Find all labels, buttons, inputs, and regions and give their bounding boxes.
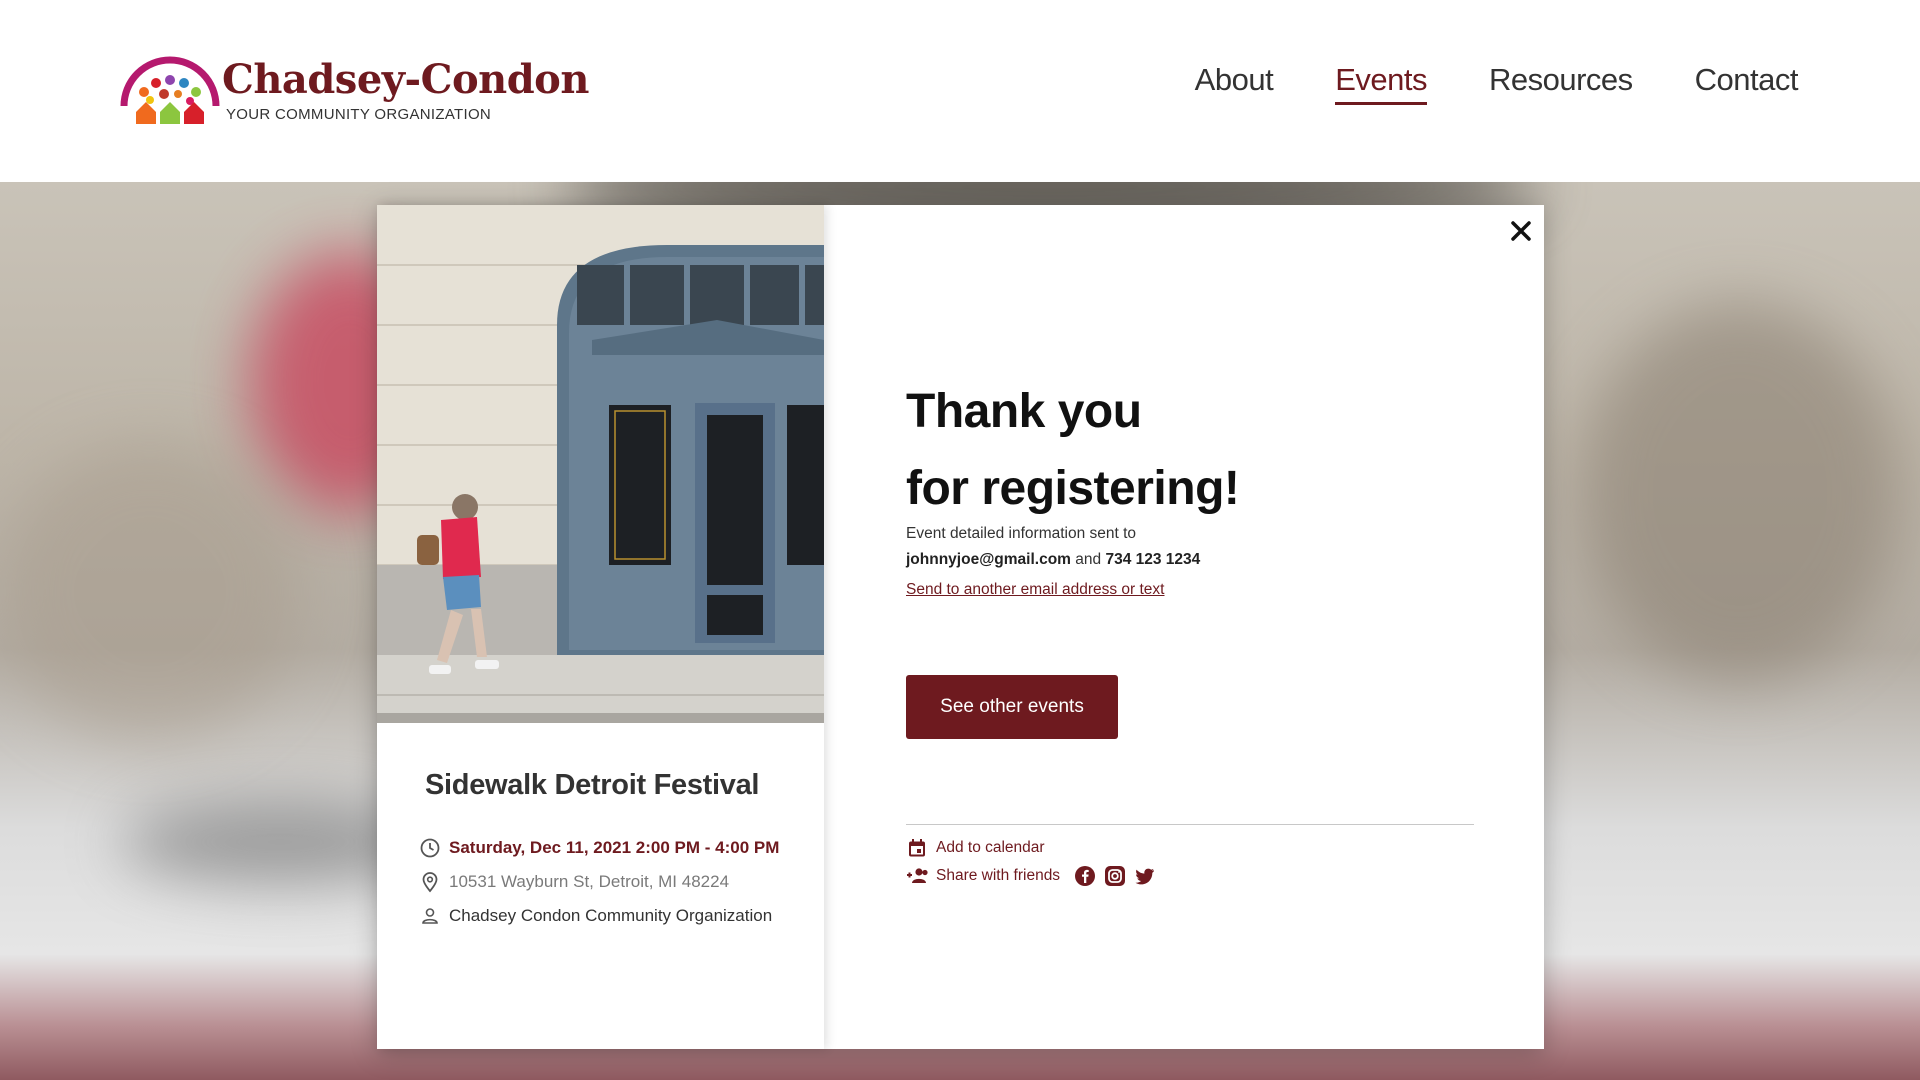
nav-link-about[interactable]: About xyxy=(1195,62,1274,105)
add-to-calendar-label: Add to calendar xyxy=(936,839,1045,856)
event-card: Sidewalk Detroit Festival Saturday, Dec … xyxy=(377,205,824,1049)
registration-confirmation-modal: Sidewalk Detroit Festival Saturday, Dec … xyxy=(377,205,1544,1049)
add-people-icon xyxy=(906,865,928,887)
brand-name: Chadsey-Condon xyxy=(222,56,589,103)
logo-graphic xyxy=(120,56,220,124)
close-button[interactable] xyxy=(1507,217,1535,245)
event-datetime-text: Saturday, Dec 11, 2021 2:00 PM - 4:00 PM xyxy=(449,838,780,857)
social-share-icons xyxy=(1074,865,1156,887)
sent-and: and xyxy=(1075,551,1102,568)
event-location-text: 10531 Wayburn St, Detroit, MI 48224 xyxy=(449,872,730,891)
nav-link-contact[interactable]: Contact xyxy=(1695,62,1799,105)
nav-link-resources[interactable]: Resources xyxy=(1489,62,1633,105)
brand-tagline: YOUR COMMUNITY ORGANIZATION xyxy=(226,106,492,123)
event-organizer: Chadsey Condon Community Organization xyxy=(419,905,772,927)
sent-info-text: Event detailed information sent to xyxy=(906,525,1137,542)
site-logo[interactable]: Chadsey-Condon YOUR COMMUNITY ORGANIZATI… xyxy=(120,54,589,128)
add-to-calendar-link[interactable]: Add to calendar xyxy=(906,837,1045,859)
divider xyxy=(906,824,1474,825)
see-other-events-button[interactable]: See other events xyxy=(906,675,1118,739)
event-location: 10531 Wayburn St, Detroit, MI 48224 xyxy=(419,871,729,893)
resend-link[interactable]: Send to another email address or text xyxy=(906,581,1164,599)
confirmation-heading-line2: for registering! xyxy=(906,462,1240,515)
calendar-icon xyxy=(906,837,928,859)
person-icon xyxy=(419,905,441,927)
instagram-icon[interactable] xyxy=(1104,865,1126,887)
event-organizer-text: Chadsey Condon Community Organization xyxy=(449,906,773,925)
twitter-icon[interactable] xyxy=(1134,865,1156,887)
storefront-illustration xyxy=(377,205,824,723)
sent-contact-line: johnnyjoe@gmail.com and 734 123 1234 xyxy=(906,551,1200,569)
facebook-icon[interactable] xyxy=(1074,865,1096,887)
confirmation-heading: Thank you for registering! xyxy=(906,373,1240,527)
sent-email: johnnyjoe@gmail.com xyxy=(906,551,1071,568)
share-with-friends-label[interactable]: Share with friends xyxy=(936,867,1060,885)
share-row: Share with friends xyxy=(906,865,1156,887)
event-photo xyxy=(377,205,824,723)
confirmation-heading-line1: Thank you xyxy=(906,385,1142,438)
site-header: Chadsey-Condon YOUR COMMUNITY ORGANIZATI… xyxy=(0,0,1920,182)
event-datetime: Saturday, Dec 11, 2021 2:00 PM - 4:00 PM xyxy=(419,837,779,859)
event-title: Sidewalk Detroit Festival xyxy=(425,769,760,801)
clock-icon xyxy=(419,837,441,859)
nav-link-events[interactable]: Events xyxy=(1335,62,1427,105)
close-icon xyxy=(1511,221,1531,241)
sent-phone: 734 123 1234 xyxy=(1105,551,1201,568)
main-nav: About Events Resources Contact xyxy=(1195,62,1799,105)
location-pin-icon xyxy=(419,871,441,893)
